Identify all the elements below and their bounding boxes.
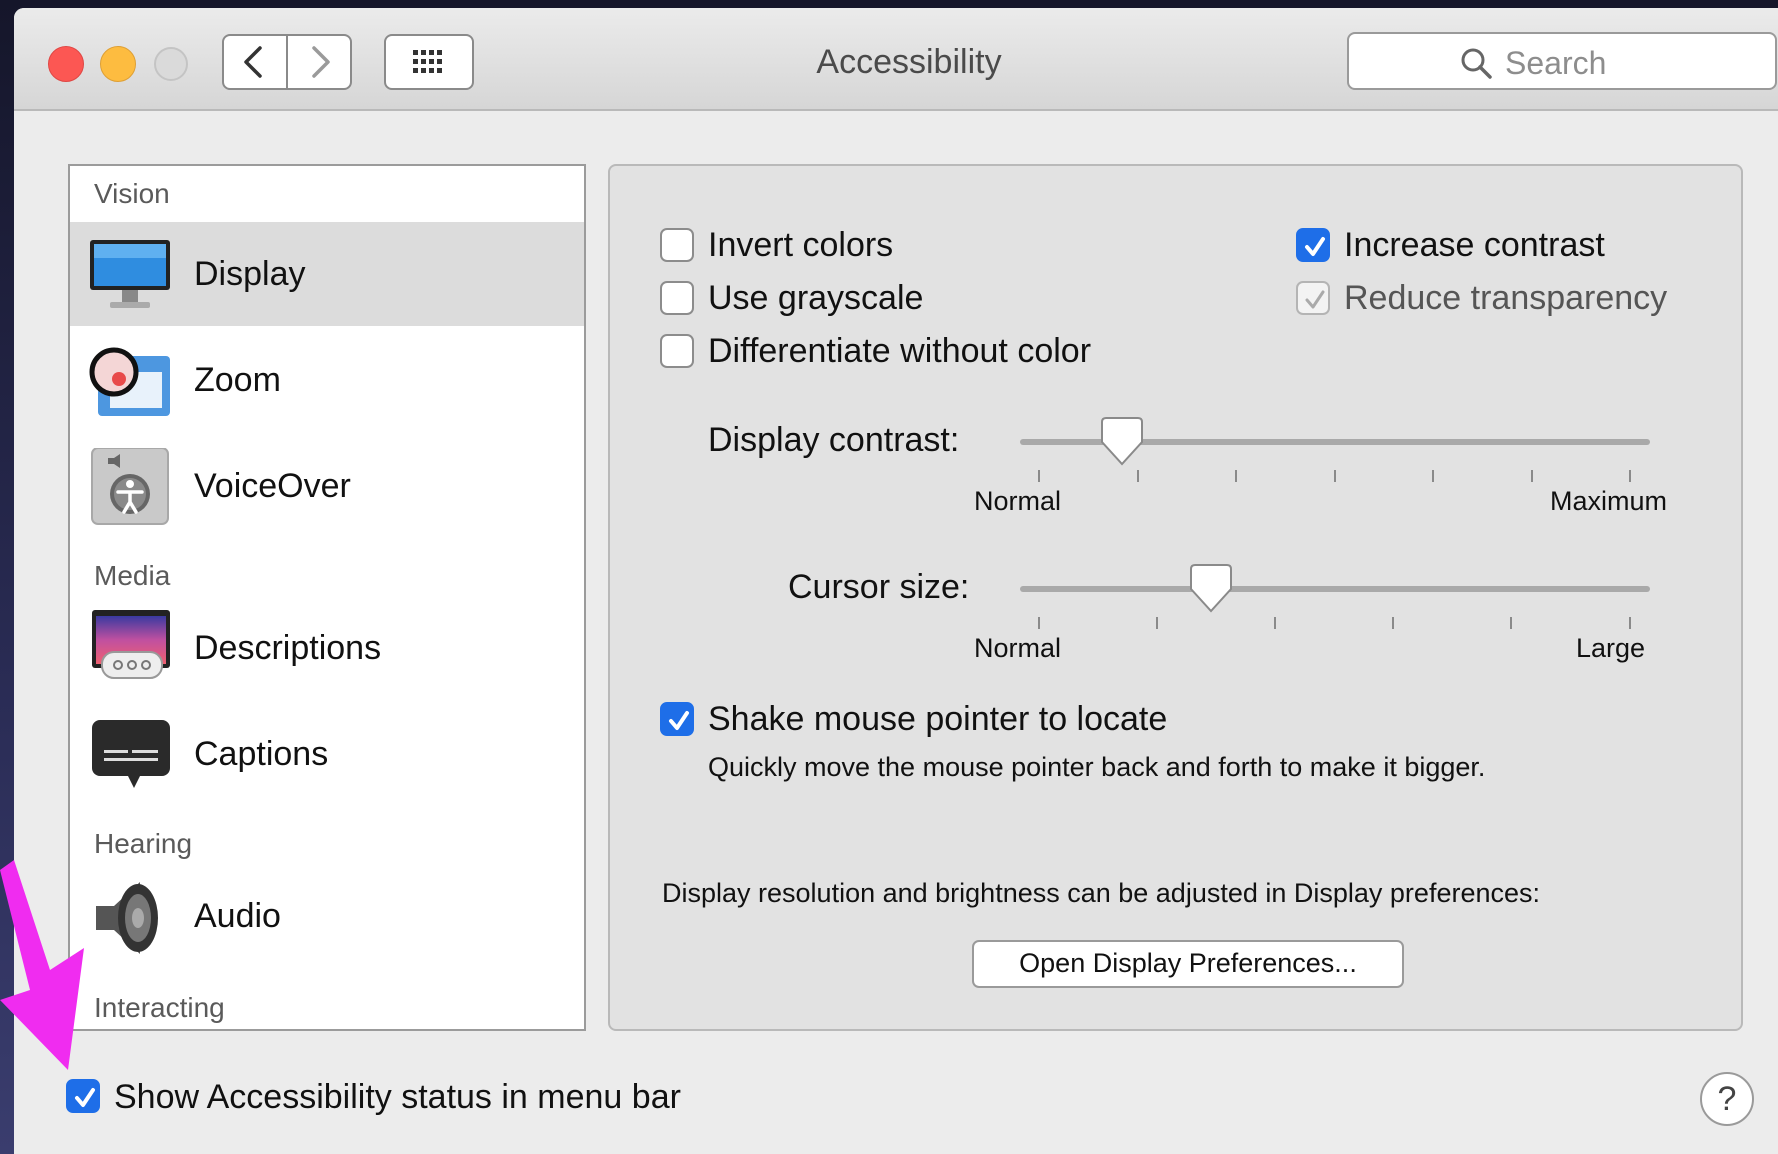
slider-tick <box>1531 470 1533 482</box>
show-status-checkbox[interactable] <box>66 1079 100 1113</box>
slider-tick <box>1274 617 1276 629</box>
sidebar-item-label: VoiceOver <box>194 467 351 505</box>
sidebar-item-zoom[interactable]: Zoom <box>70 328 584 432</box>
cursor-size-label: Cursor size: <box>788 568 970 606</box>
descriptions-icon <box>92 610 170 679</box>
sidebar-item-label: Audio <box>194 897 281 935</box>
annotation-arrow <box>0 860 84 1070</box>
reduce-transparency-label: Reduce transparency <box>1344 279 1668 317</box>
shake-pointer-label: Shake mouse pointer to locate <box>708 700 1168 738</box>
cursor-max-label: Large <box>1576 633 1646 663</box>
display-settings-panel: Invert colors Increase contrast Use gray… <box>608 164 1743 1031</box>
sidebar-item-label: Display <box>194 255 306 293</box>
search-placeholder: Search <box>1505 45 1607 81</box>
slider-tick <box>1432 470 1434 482</box>
sidebar-item-display[interactable]: Display <box>70 222 584 326</box>
slider-track <box>1020 586 1650 592</box>
differentiate-without-color-label: Differentiate without color <box>708 332 1092 370</box>
differentiate-without-color-checkbox[interactable] <box>660 334 694 368</box>
category-sidebar: Vision Display Zoom VoiceOver Media Desc… <box>68 164 586 1031</box>
section-interacting: Interacting <box>94 992 225 1023</box>
slider-tick <box>1235 470 1237 482</box>
contrast-min-label: Normal <box>974 486 1062 516</box>
section-media: Media <box>94 560 171 591</box>
slider-tick <box>1392 617 1394 629</box>
checkmark-icon <box>1305 237 1325 256</box>
sidebar-item-descriptions[interactable]: Descriptions <box>70 596 584 700</box>
increase-contrast-checkbox[interactable] <box>1296 228 1330 262</box>
slider-tick <box>1629 617 1631 629</box>
use-grayscale-label: Use grayscale <box>708 279 924 317</box>
sidebar-item-label: Zoom <box>194 361 281 399</box>
slider-tick <box>1038 470 1040 482</box>
speaker-icon <box>96 882 158 954</box>
help-button[interactable]: ? <box>1700 1072 1754 1126</box>
zoom-icon <box>89 347 170 416</box>
reduce-transparency-checkbox[interactable] <box>1296 281 1330 315</box>
slider-tick <box>1629 470 1631 482</box>
slider-knob[interactable] <box>1098 416 1146 468</box>
section-hearing: Hearing <box>94 828 193 859</box>
shake-pointer-description: Quickly move the mouse pointer back and … <box>708 752 1486 782</box>
contrast-max-label: Maximum <box>1550 486 1668 516</box>
checkmark-icon <box>75 1088 95 1107</box>
sidebar-item-audio[interactable]: Audio <box>70 864 584 968</box>
checkmark-icon <box>1305 290 1325 309</box>
sidebar-item-label: Captions <box>194 735 329 773</box>
sidebar-item-voiceover[interactable]: VoiceOver <box>70 434 584 538</box>
title-bar: Accessibility Search <box>14 8 1778 111</box>
increase-contrast-label: Increase contrast <box>1344 226 1605 264</box>
cursor-min-label: Normal <box>974 633 1062 663</box>
slider-knob[interactable] <box>1187 563 1235 615</box>
slider-tick <box>1137 470 1139 482</box>
use-grayscale-checkbox[interactable] <box>660 281 694 315</box>
search-icon <box>1461 48 1492 79</box>
show-status-label: Show Accessibility status in menu bar <box>114 1078 681 1116</box>
open-display-preferences-button[interactable]: Open Display Preferences... <box>972 940 1404 988</box>
invert-colors-label: Invert colors <box>708 226 894 264</box>
section-vision: Vision <box>94 178 170 209</box>
sidebar-item-label: Descriptions <box>194 629 382 667</box>
slider-tick <box>1334 470 1336 482</box>
slider-tick <box>1156 617 1158 629</box>
display-icon <box>90 240 170 308</box>
voiceover-icon <box>91 448 169 525</box>
slider-tick <box>1038 617 1040 629</box>
resolution-note: Display resolution and brightness can be… <box>662 878 1541 908</box>
checkmark-icon <box>669 711 689 730</box>
slider-tick <box>1510 617 1512 629</box>
preferences-window: Accessibility Search Vision Display Zoom… <box>14 8 1778 1154</box>
sidebar-item-captions[interactable]: Captions <box>70 702 584 806</box>
display-contrast-label: Display contrast: <box>708 421 960 459</box>
captions-icon <box>92 720 170 788</box>
search-field[interactable]: Search <box>1347 32 1777 90</box>
invert-colors-checkbox[interactable] <box>660 228 694 262</box>
shake-pointer-checkbox[interactable] <box>660 702 694 736</box>
